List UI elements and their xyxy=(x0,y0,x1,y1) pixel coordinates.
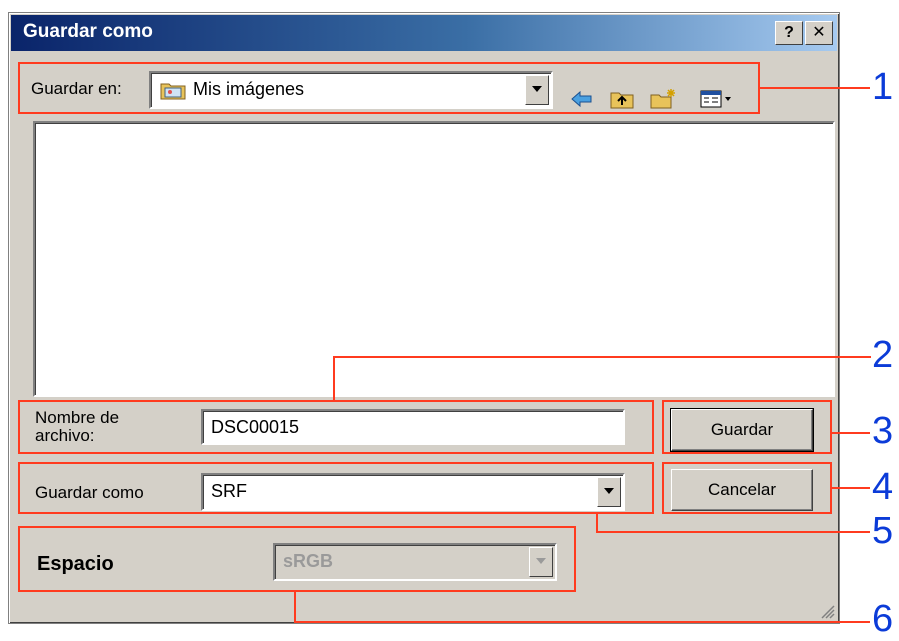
callout-line-3 xyxy=(832,432,870,434)
callout-number-4: 4 xyxy=(872,466,894,508)
callout-line-4 xyxy=(832,487,870,489)
callout-box-6 xyxy=(18,526,576,592)
callout-box-2 xyxy=(18,400,654,454)
callout-line-6-v xyxy=(294,592,296,622)
callout-number-6: 6 xyxy=(872,598,894,640)
close-button[interactable]: ✕ xyxy=(805,21,833,45)
callout-box-5 xyxy=(18,462,654,514)
callout-box-3 xyxy=(662,400,832,454)
callout-line-6-h xyxy=(294,621,870,623)
callout-line-5-h xyxy=(596,531,870,533)
callout-number-1: 1 xyxy=(872,66,894,108)
callout-box-1 xyxy=(18,62,760,114)
title-bar[interactable]: Guardar como ? ✕ xyxy=(11,15,837,51)
help-button[interactable]: ? xyxy=(775,21,803,45)
callout-line-5-v xyxy=(596,514,598,532)
callout-number-3: 3 xyxy=(872,410,894,452)
callout-number-2: 2 xyxy=(872,334,894,376)
dialog-title: Guardar como xyxy=(23,21,153,42)
resize-grip-icon[interactable] xyxy=(819,603,835,619)
callout-number-5: 5 xyxy=(872,510,894,552)
callout-line-2-h xyxy=(333,356,871,358)
callout-box-4 xyxy=(662,462,832,514)
callout-line-2-v xyxy=(333,356,335,402)
callout-line-1 xyxy=(760,87,870,89)
